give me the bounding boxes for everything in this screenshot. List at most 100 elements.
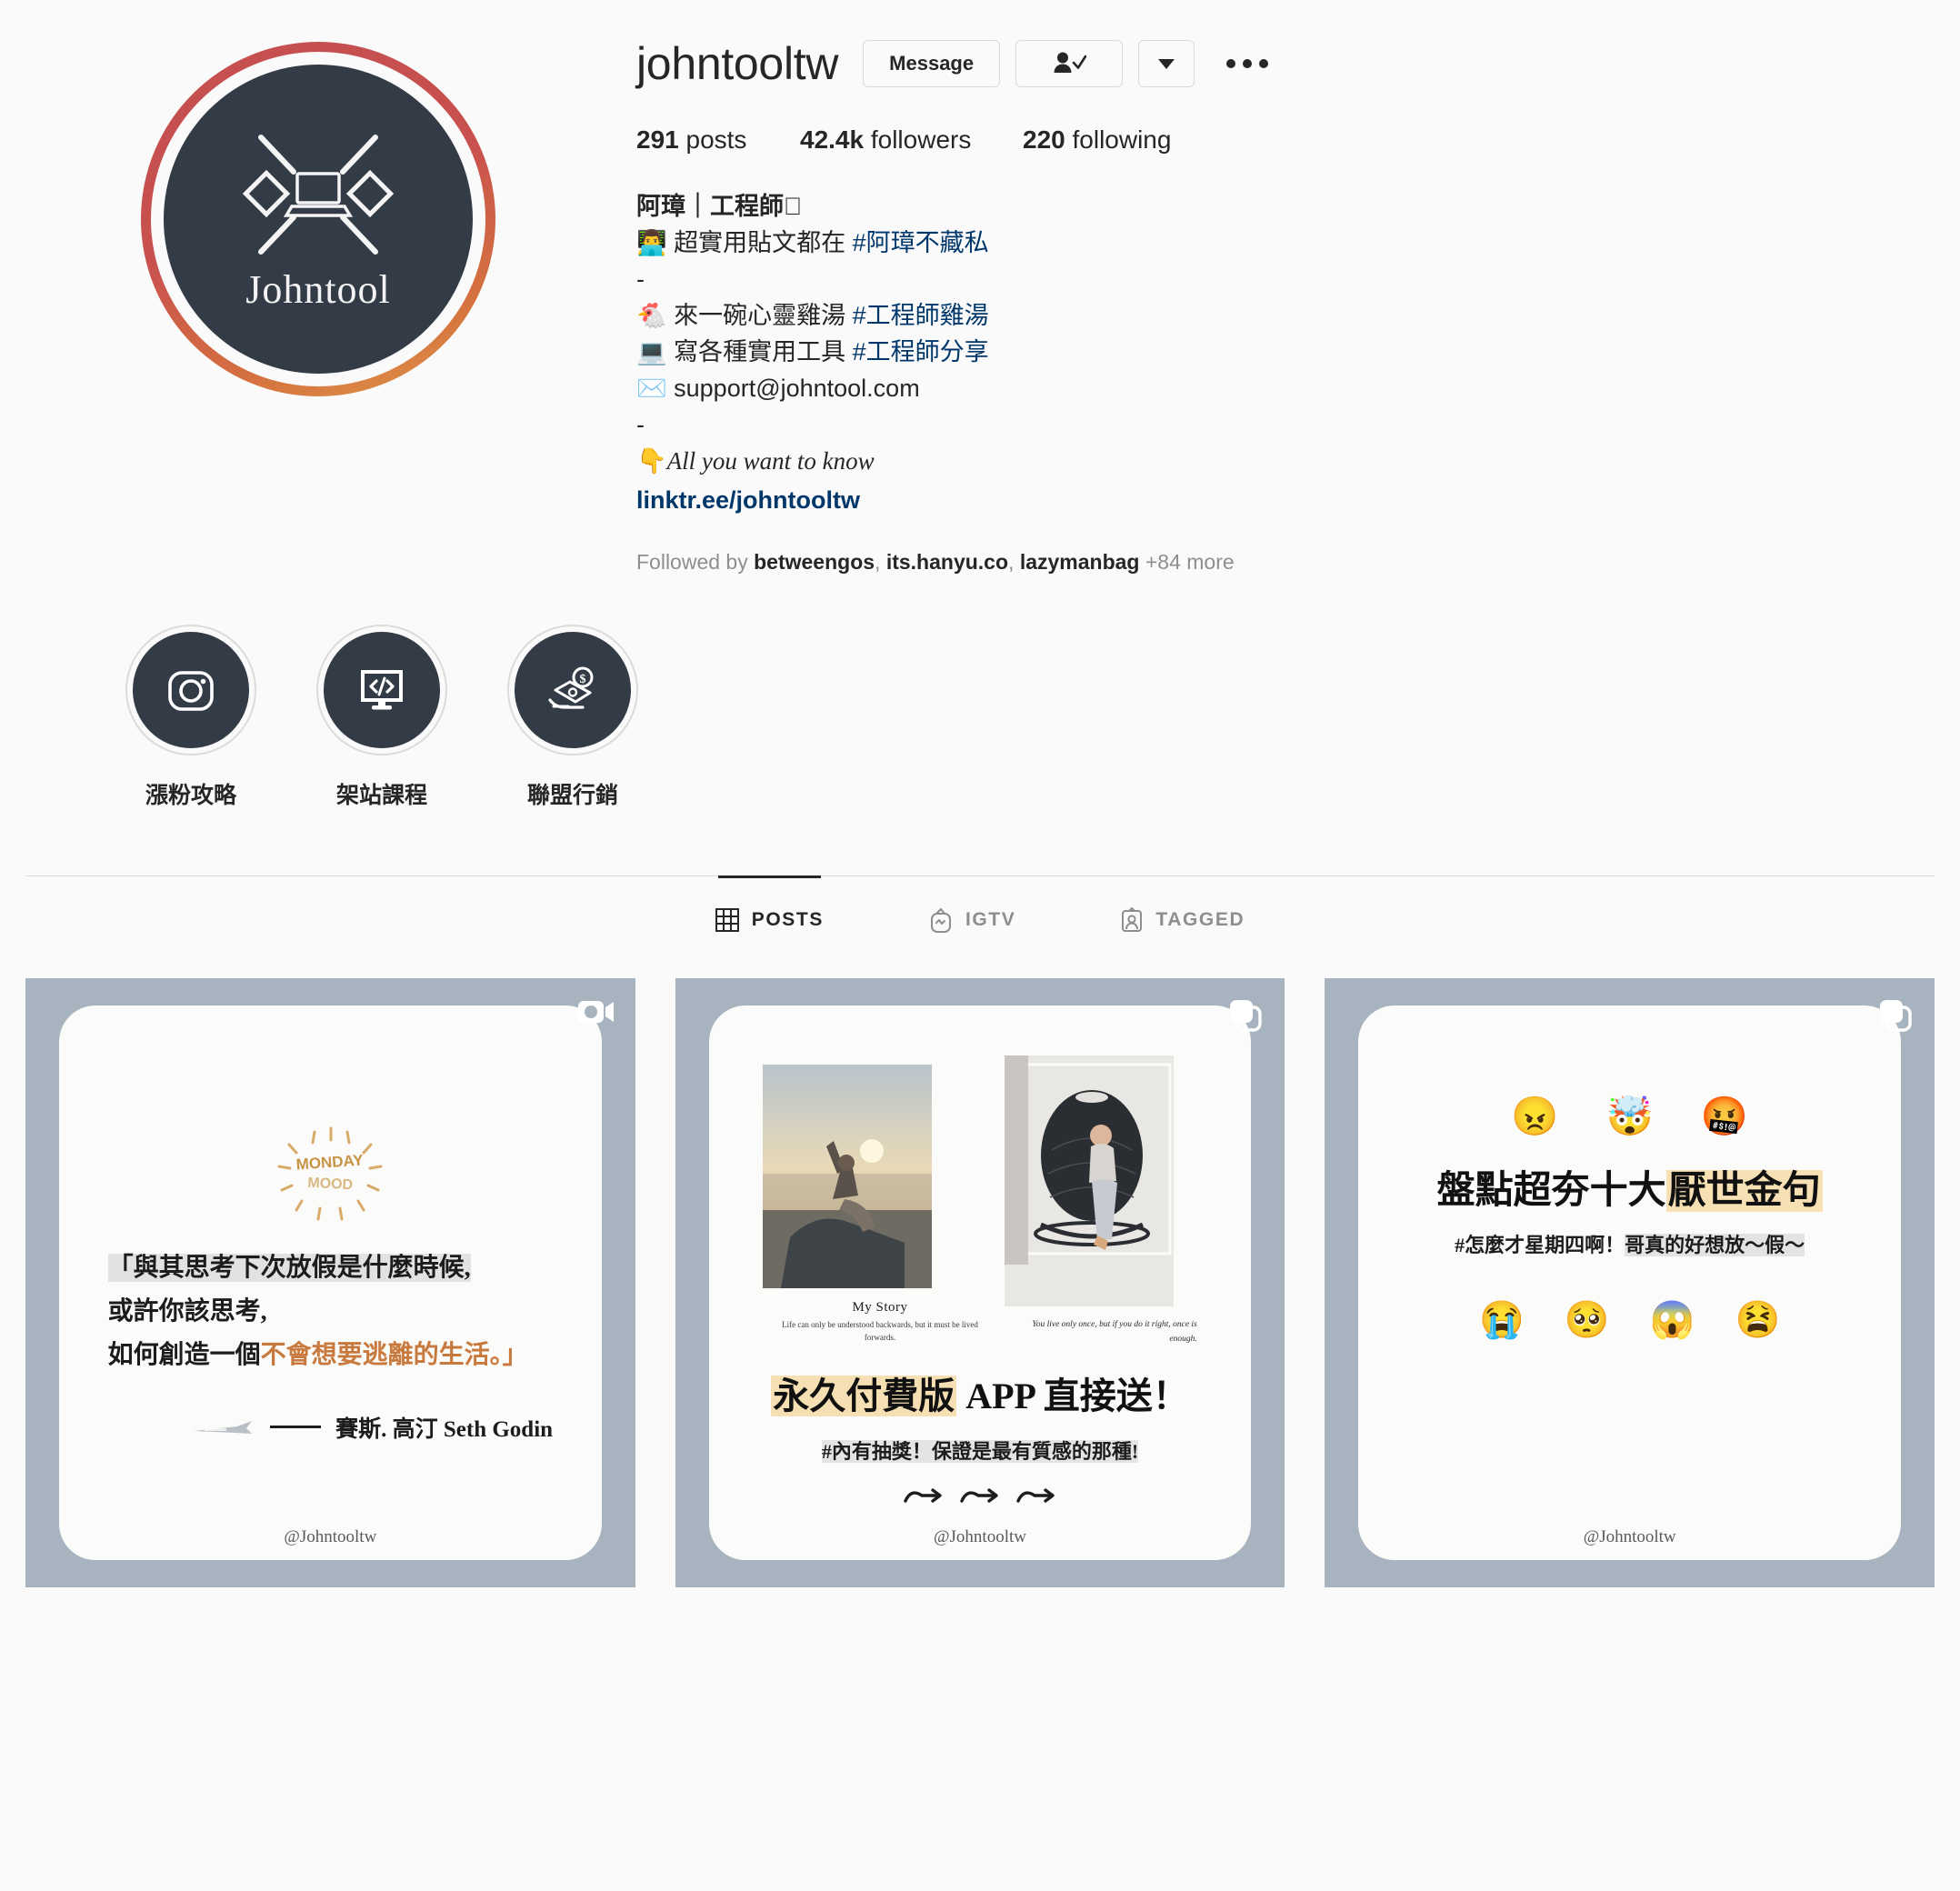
followed-by-more[interactable]: +84 more bbox=[1139, 550, 1235, 574]
collage-caption-script: You live only once, but if you do it rig… bbox=[1032, 1320, 1197, 1344]
highlight-item-0[interactable]: 漲粉攻略 bbox=[95, 624, 286, 810]
follower-name[interactable]: its.hanyu.co bbox=[886, 550, 1008, 574]
bio-display-name-text: 阿璋｜工程師 bbox=[636, 193, 784, 220]
code-monitor-icon bbox=[361, 669, 403, 710]
arrow-row bbox=[902, 1486, 1058, 1506]
swing-chair-photo bbox=[1004, 1056, 1174, 1307]
post-attribution-text: 賽斯. 高汀 Seth Godin bbox=[335, 1416, 554, 1442]
stat-followers[interactable]: 42.4k followers bbox=[800, 125, 1023, 155]
video-camera-icon bbox=[577, 998, 615, 1030]
tab-posts-label: POSTS bbox=[751, 908, 824, 930]
tabs-divider bbox=[25, 875, 1935, 876]
beach-sunset-photo bbox=[763, 1065, 933, 1289]
exploding-head-emoji: 🤯 bbox=[1605, 1095, 1654, 1138]
instagram-camera-icon bbox=[168, 670, 214, 711]
bio-display-name: 阿璋｜工程師 bbox=[636, 189, 1905, 225]
highlight-cover bbox=[133, 631, 249, 748]
bio-line: 🐔 來一碗心靈雞湯 #工程師雞湯 bbox=[636, 298, 1905, 335]
stat-followers-label: followers bbox=[870, 125, 972, 154]
tab-tagged[interactable]: TAGGED bbox=[1121, 906, 1245, 933]
bio-email-text: support@johntool.com bbox=[674, 374, 920, 402]
svg-text:MOOD: MOOD bbox=[307, 1176, 354, 1194]
profile-info-column: johntooltw Message 291 posts 42.4k follo… bbox=[636, 25, 1960, 575]
post-subline: #怎麼才星期四啊！哥真的好想放～假～ bbox=[1455, 1229, 1805, 1258]
post-quote-line-3b: 不會想要逃離的生活。」 bbox=[260, 1341, 528, 1370]
stat-posts-label: posts bbox=[685, 125, 747, 154]
envelope-emoji: ✉️ bbox=[636, 374, 667, 402]
stats-row: 291 posts 42.4k followers 220 following bbox=[636, 125, 1905, 155]
tab-igtv-label: IGTV bbox=[965, 908, 1016, 930]
post-card: My Story Life can only be understood bac… bbox=[708, 1005, 1252, 1561]
following-button[interactable] bbox=[1015, 40, 1124, 87]
pointing-down-emoji: 👇 bbox=[636, 446, 667, 475]
hashtag-link[interactable]: #工程師雞湯 bbox=[853, 302, 989, 329]
airplane-icon bbox=[194, 1420, 253, 1434]
tagged-person-icon bbox=[1122, 906, 1143, 932]
post-subline-a: #怎麼才星期四啊！ bbox=[1455, 1234, 1625, 1257]
bio-external-link[interactable]: linktr.ee/johntooltw bbox=[636, 483, 1905, 519]
cursing-face-emoji: 🤬 bbox=[1700, 1095, 1749, 1138]
bio-line-text: 寫各種實用工具 bbox=[674, 337, 853, 365]
money-hand-icon: $ bbox=[548, 666, 594, 709]
svg-text:MONDAY: MONDAY bbox=[295, 1151, 365, 1173]
more-options-button[interactable] bbox=[1210, 59, 1279, 68]
ellipsis-icon bbox=[1226, 59, 1236, 68]
story-ring-inner: Johntool bbox=[151, 52, 485, 386]
laptop-logo-icon bbox=[242, 134, 395, 255]
collage-caption-title: My Story bbox=[852, 1300, 908, 1316]
highlight-label: 漲粉攻略 bbox=[145, 782, 236, 808]
stat-following[interactable]: 220 following bbox=[1023, 125, 1171, 155]
tired-face-emoji: 😫 bbox=[1735, 1300, 1781, 1341]
carousel-icon bbox=[1878, 998, 1915, 1037]
bio-cta-line: 👇All you want to know bbox=[636, 444, 1905, 480]
highlight-ring: $ bbox=[507, 624, 638, 755]
bio-email-line: ✉️ support@johntool.com bbox=[636, 371, 1905, 407]
post-quote-line-3: 如何創造一個不會想要逃離的生活。」 bbox=[108, 1334, 553, 1377]
post-headline-highlight: 永久付費版 bbox=[771, 1375, 957, 1416]
post-watermark: @Johntooltw bbox=[1583, 1527, 1676, 1547]
arrow-right-icon bbox=[1016, 1488, 1055, 1503]
post-grid: MONDAY MOOD 「與其思考下次放假是什麼時候, 或許你該思考, 如何創造… bbox=[0, 933, 1960, 1588]
story-ring[interactable]: Johntool bbox=[141, 42, 495, 396]
post-item-0[interactable]: MONDAY MOOD 「與其思考下次放假是什麼時候, 或許你該思考, 如何創造… bbox=[25, 977, 635, 1588]
post-item-2[interactable]: 😠 🤯 🤬 盤點超夯十大厭世金句 #怎麼才星期四啊！哥真的好想放～假～ 😭 🥺 … bbox=[1325, 977, 1935, 1588]
loudly-crying-emoji: 😭 bbox=[1479, 1300, 1525, 1341]
highlight-cover bbox=[324, 631, 440, 748]
avatar-logo-text: Johntool bbox=[245, 266, 391, 312]
tab-posts[interactable]: POSTS bbox=[715, 875, 824, 933]
chevron-down-icon bbox=[1158, 59, 1175, 69]
bio-cta-text: All you want to know bbox=[666, 446, 875, 475]
post-quote: 「與其思考下次放假是什麼時候, 或許你該思考, 如何創造一個不會想要逃離的生活。… bbox=[107, 1246, 553, 1377]
profile-tabs: POSTS IGTV TAGGED bbox=[0, 875, 1960, 933]
avatar[interactable]: Johntool bbox=[164, 65, 473, 374]
post-subline-b: 哥真的好想放～假～ bbox=[1625, 1234, 1805, 1257]
post-item-1[interactable]: My Story Life can only be understood bac… bbox=[675, 977, 1285, 1588]
bio-separator: - bbox=[636, 410, 645, 438]
screaming-face-emoji: 😱 bbox=[1649, 1300, 1695, 1341]
highlight-item-1[interactable]: 架站課程 bbox=[286, 624, 477, 810]
message-button[interactable]: Message bbox=[863, 40, 1001, 87]
igtv-icon bbox=[930, 907, 951, 933]
collage-caption-sub: Life can only be understood backwards, b… bbox=[782, 1320, 978, 1342]
tab-igtv[interactable]: IGTV bbox=[929, 907, 1015, 933]
follower-name[interactable]: lazymanbag bbox=[1020, 550, 1140, 574]
bio-line-text: 超實用貼文都在 bbox=[674, 228, 853, 256]
highlight-item-2[interactable]: $ 聯盟行銷 bbox=[477, 624, 668, 810]
followed-by: Followed by betweengos, its.hanyu.co, la… bbox=[636, 549, 1235, 574]
post-subline: #內有抽獎！保證是最有質感的那種! bbox=[821, 1436, 1139, 1465]
avatar-column: Johntool bbox=[0, 25, 636, 575]
collage-photo-right: You live only once, but if you do it rig… bbox=[1004, 1056, 1197, 1346]
attribution-dash bbox=[270, 1426, 322, 1429]
emoji-row-top: 😠 🤯 🤬 bbox=[1511, 1097, 1748, 1136]
stat-following-label: following bbox=[1072, 125, 1172, 154]
username-row: johntooltw Message bbox=[636, 40, 1905, 87]
follower-name[interactable]: betweengos bbox=[754, 550, 875, 574]
post-subline-text: #內有抽獎！保證是最有質感的那種! bbox=[821, 1439, 1139, 1463]
hashtag-link[interactable]: #阿璋不藏私 bbox=[853, 229, 989, 256]
highlight-ring bbox=[125, 624, 256, 755]
hashtag-link[interactable]: #工程師分享 bbox=[853, 338, 989, 365]
post-quote-line-1: 「與其思考下次放假是什麼時候, bbox=[107, 1246, 553, 1290]
options-dropdown-button[interactable] bbox=[1138, 40, 1195, 87]
angry-face-emoji: 😠 bbox=[1511, 1095, 1559, 1138]
stat-following-value: 220 bbox=[1023, 125, 1065, 154]
